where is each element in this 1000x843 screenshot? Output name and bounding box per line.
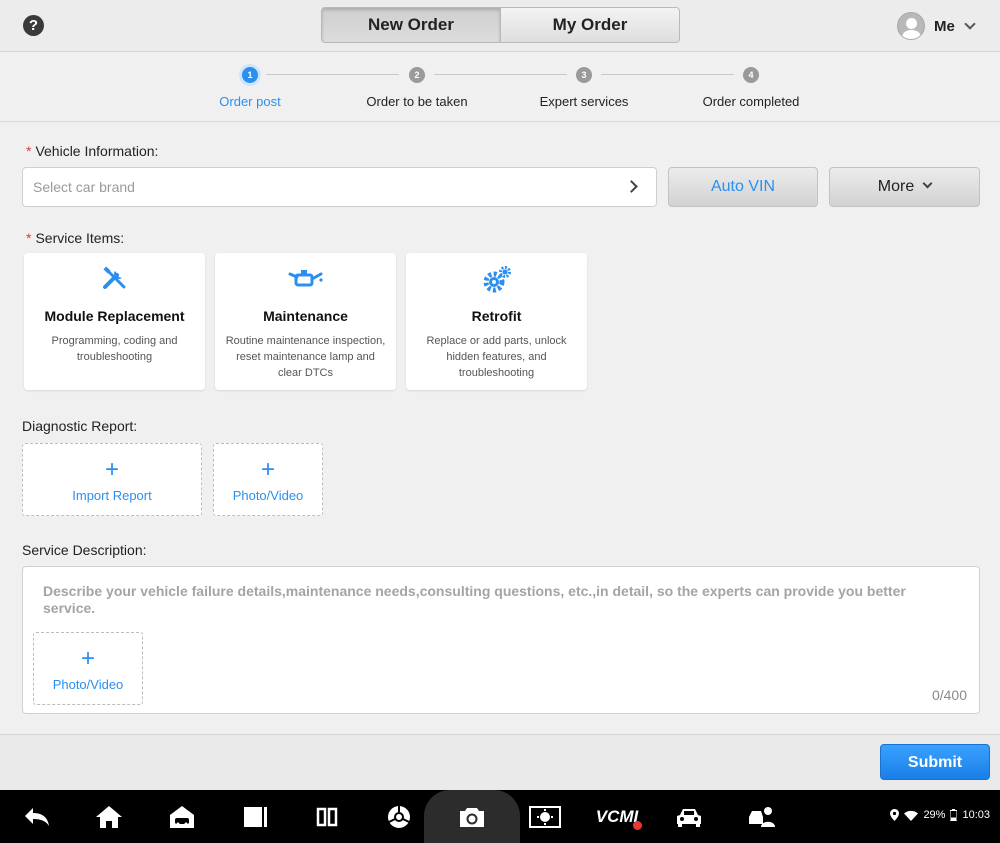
character-counter: 0/400 bbox=[931, 687, 967, 703]
plus-icon: + bbox=[80, 645, 95, 672]
recent-apps-icon[interactable] bbox=[240, 802, 270, 832]
card-title: Retrofit bbox=[471, 308, 522, 324]
remote-expert-icon[interactable] bbox=[746, 802, 778, 832]
service-items-heading: * Service Items: bbox=[26, 230, 124, 246]
car-brand-input[interactable] bbox=[23, 168, 603, 206]
step-4-label: Order completed bbox=[702, 94, 800, 109]
required-mark: * bbox=[26, 230, 32, 246]
step-4-dot: 4 bbox=[743, 67, 759, 83]
more-label: More bbox=[877, 178, 915, 195]
vehicle-info-heading: * Vehicle Information: bbox=[26, 143, 158, 159]
chevron-right-icon bbox=[625, 180, 638, 193]
service-card-maintenance[interactable]: Maintenance Routine maintenance inspecti… bbox=[215, 253, 396, 390]
service-card-module-replacement[interactable]: Module Replacement Programming, coding a… bbox=[24, 253, 205, 390]
clock: 10:03 bbox=[962, 809, 990, 821]
more-button[interactable]: More bbox=[829, 167, 980, 207]
tab-new-order[interactable]: New Order bbox=[322, 8, 501, 42]
service-description-label: Service Description: bbox=[22, 542, 147, 558]
required-mark: * bbox=[26, 143, 32, 159]
service-card-retrofit[interactable]: Retrofit Replace or add parts, unlock hi… bbox=[406, 253, 587, 390]
step-1-dot: 1 bbox=[242, 67, 258, 83]
vehicle-info-label: Vehicle Information: bbox=[35, 143, 159, 159]
step-2-label: Order to be taken bbox=[366, 94, 468, 109]
step-1-label: Order post bbox=[219, 94, 281, 109]
car-brand-select[interactable] bbox=[22, 167, 657, 207]
disconnected-badge-icon bbox=[633, 821, 642, 830]
description-photo-video-button[interactable]: + Photo/Video bbox=[33, 632, 143, 705]
auto-vin-button[interactable]: Auto VIN bbox=[668, 167, 818, 207]
status-area: 29% 10:03 bbox=[890, 809, 990, 821]
report-photo-video-button[interactable]: + Photo/Video bbox=[213, 443, 323, 516]
oil-can-icon bbox=[215, 265, 396, 295]
tools-icon bbox=[24, 265, 205, 295]
step-3-label: Expert services bbox=[539, 94, 629, 109]
card-description: Programming, coding and troubleshooting bbox=[51, 335, 178, 363]
car-home-icon[interactable] bbox=[167, 802, 197, 832]
vcmi-icon[interactable]: VCMI bbox=[594, 802, 642, 832]
card-title: Module Replacement bbox=[44, 308, 185, 324]
photo-video-label: Photo/Video bbox=[52, 677, 124, 692]
plus-icon: + bbox=[104, 456, 119, 483]
service-items-label: Service Items: bbox=[35, 230, 125, 246]
card-description: Routine maintenance inspection, reset ma… bbox=[225, 335, 386, 379]
chevron-down-icon bbox=[922, 178, 933, 189]
avatar-icon bbox=[897, 12, 925, 40]
gears-icon bbox=[406, 265, 587, 295]
photo-video-label: Photo/Video bbox=[232, 488, 304, 503]
vcmi-label: VCMI bbox=[595, 807, 639, 826]
tab-my-order[interactable]: My Order bbox=[501, 8, 679, 42]
plus-icon: + bbox=[260, 456, 275, 483]
submit-button[interactable]: Submit bbox=[880, 744, 990, 780]
split-screen-icon[interactable] bbox=[312, 802, 342, 832]
footer-bar bbox=[0, 734, 1000, 790]
chevron-down-icon[interactable] bbox=[964, 17, 976, 30]
user-name: Me bbox=[934, 17, 955, 35]
browser-icon[interactable] bbox=[384, 802, 414, 832]
battery-icon bbox=[950, 809, 958, 821]
car-icon[interactable] bbox=[674, 802, 704, 832]
order-stepper: 1 2 3 4 Order post Order to be taken Exp… bbox=[0, 52, 1000, 122]
battery-percent: 29% bbox=[923, 809, 946, 821]
camera-icon[interactable] bbox=[457, 802, 487, 832]
help-icon[interactable]: ? bbox=[23, 15, 44, 36]
system-nav-bar: VCMI 29% 10:03 bbox=[0, 790, 1000, 843]
service-description-box: + Photo/Video 0/400 bbox=[22, 566, 980, 714]
user-menu[interactable]: Me bbox=[897, 12, 976, 40]
back-icon[interactable] bbox=[22, 802, 52, 832]
step-2-dot: 2 bbox=[409, 67, 425, 83]
import-report-label: Import Report bbox=[72, 488, 152, 503]
location-icon bbox=[890, 809, 900, 821]
card-description: Replace or add parts, unlock hidden feat… bbox=[426, 335, 567, 379]
order-tabs: New Order My Order bbox=[321, 7, 680, 43]
service-description-input[interactable] bbox=[33, 575, 923, 625]
import-report-button[interactable]: + Import Report bbox=[22, 443, 202, 516]
home-icon[interactable] bbox=[94, 802, 124, 832]
wifi-icon bbox=[904, 810, 919, 821]
diagnostic-report-label: Diagnostic Report: bbox=[22, 418, 138, 434]
display-settings-icon[interactable] bbox=[528, 802, 562, 832]
card-title: Maintenance bbox=[263, 308, 348, 324]
step-3-dot: 3 bbox=[576, 67, 592, 83]
top-bar: ? New Order My Order Me bbox=[0, 0, 1000, 52]
